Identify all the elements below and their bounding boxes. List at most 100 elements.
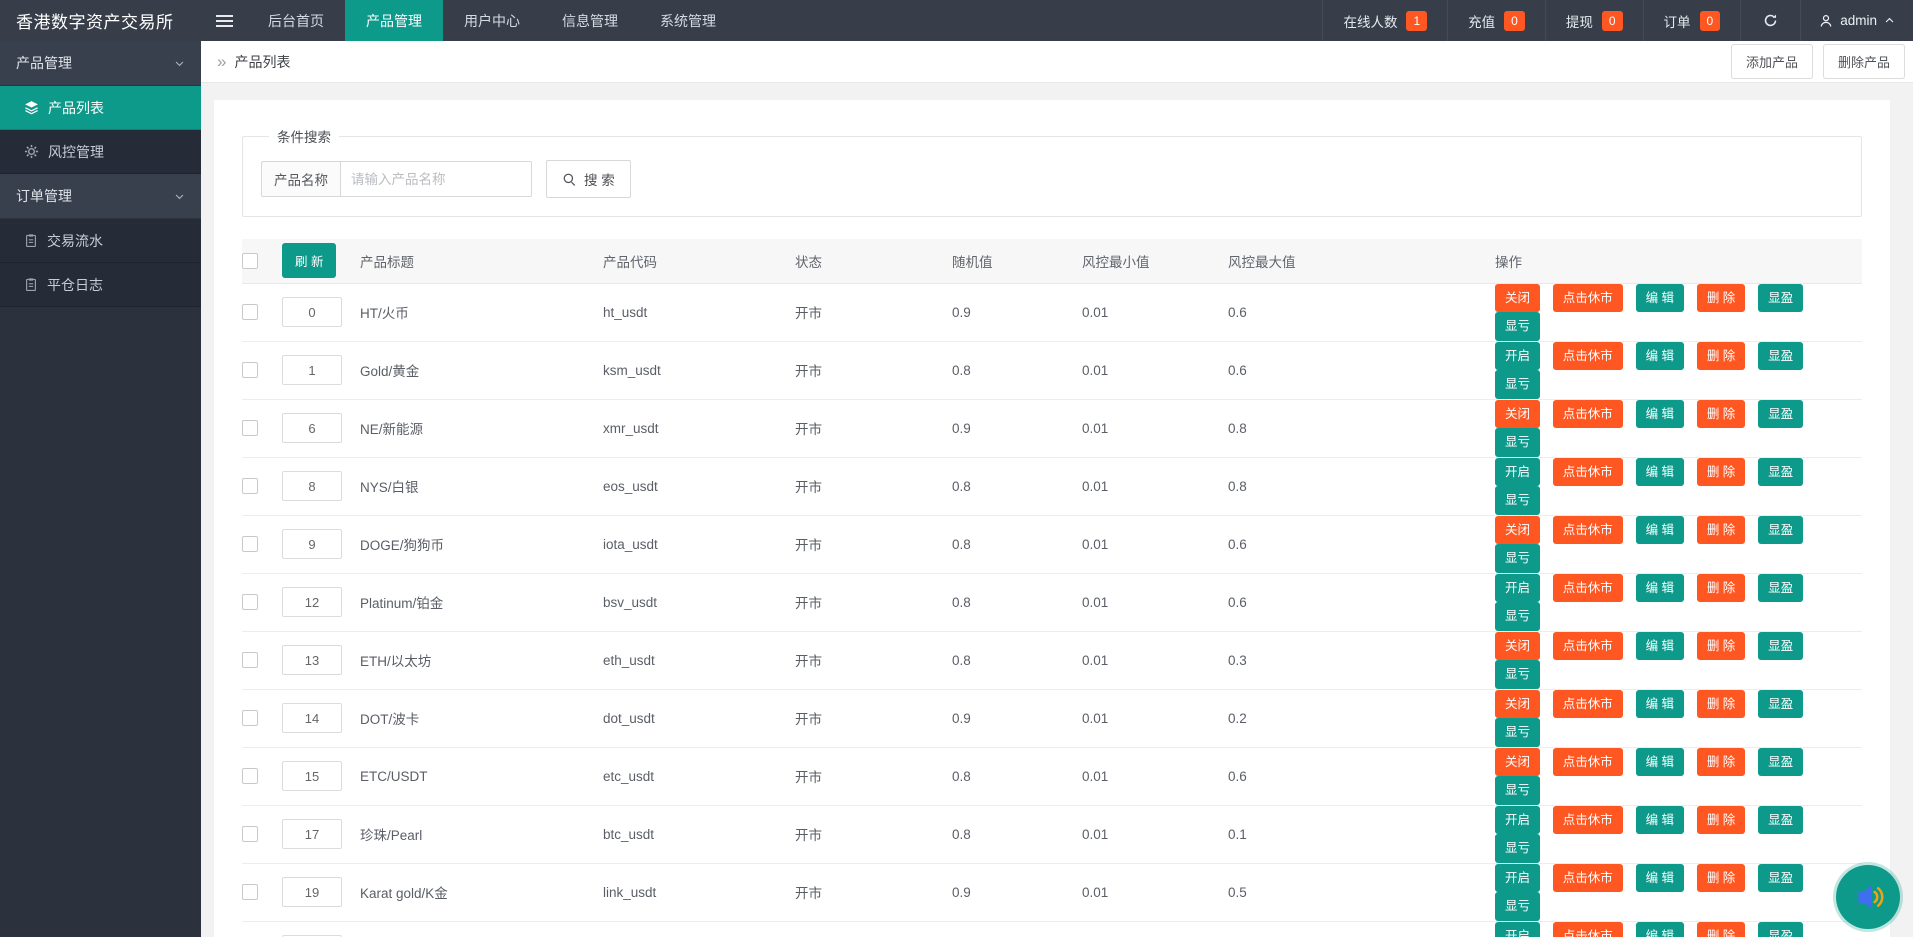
show-loss-button[interactable]: 显亏 <box>1495 602 1540 631</box>
edit-button[interactable]: 编 辑 <box>1636 806 1684 835</box>
search-button[interactable]: 搜 索 <box>546 160 631 198</box>
show-loss-button[interactable]: 显亏 <box>1495 776 1540 805</box>
edit-button[interactable]: 编 辑 <box>1636 284 1684 313</box>
pause-market-button[interactable]: 点击休市 <box>1553 342 1623 371</box>
edit-button[interactable]: 编 辑 <box>1636 516 1684 545</box>
edit-button[interactable]: 编 辑 <box>1636 864 1684 893</box>
edit-button[interactable]: 编 辑 <box>1636 400 1684 429</box>
show-profit-button[interactable]: 显盈 <box>1758 632 1803 661</box>
show-loss-button[interactable]: 显亏 <box>1495 312 1540 341</box>
sidebar-item[interactable]: 交易流水 <box>0 219 201 263</box>
toggle-market-button[interactable]: 关闭 <box>1495 748 1540 777</box>
nav-item[interactable]: 产品管理 <box>345 0 443 41</box>
sidebar-group-header[interactable]: 订单管理 <box>0 174 201 219</box>
toggle-market-button[interactable]: 开启 <box>1495 806 1540 835</box>
delete-button[interactable]: 删 除 <box>1697 574 1745 603</box>
show-profit-button[interactable]: 显盈 <box>1758 574 1803 603</box>
nav-stat[interactable]: 提现 0 <box>1545 0 1643 41</box>
row-checkbox[interactable] <box>242 594 258 610</box>
show-profit-button[interactable]: 显盈 <box>1758 458 1803 487</box>
nav-stat[interactable]: 订单 0 <box>1643 0 1741 41</box>
show-loss-button[interactable]: 显亏 <box>1495 660 1540 689</box>
row-checkbox[interactable] <box>242 304 258 320</box>
toggle-market-button[interactable]: 开启 <box>1495 458 1540 487</box>
row-checkbox[interactable] <box>242 420 258 436</box>
row-id-input[interactable] <box>282 703 342 733</box>
delete-button[interactable]: 删 除 <box>1697 632 1745 661</box>
toggle-market-button[interactable]: 关闭 <box>1495 632 1540 661</box>
pause-market-button[interactable]: 点击休市 <box>1553 574 1623 603</box>
pause-market-button[interactable]: 点击休市 <box>1553 632 1623 661</box>
user-menu[interactable]: admin <box>1800 0 1913 41</box>
show-profit-button[interactable]: 显盈 <box>1758 748 1803 777</box>
show-loss-button[interactable]: 显亏 <box>1495 892 1540 921</box>
row-checkbox[interactable] <box>242 826 258 842</box>
row-id-input[interactable] <box>282 819 342 849</box>
pause-market-button[interactable]: 点击休市 <box>1553 284 1623 313</box>
row-id-input[interactable] <box>282 877 342 907</box>
show-profit-button[interactable]: 显盈 <box>1758 690 1803 719</box>
row-id-input[interactable] <box>282 529 342 559</box>
nav-item[interactable]: 系统管理 <box>639 0 737 41</box>
pause-market-button[interactable]: 点击休市 <box>1553 516 1623 545</box>
pause-market-button[interactable]: 点击休市 <box>1553 400 1623 429</box>
toggle-market-button[interactable]: 关闭 <box>1495 516 1540 545</box>
show-profit-button[interactable]: 显盈 <box>1758 400 1803 429</box>
delete-button[interactable]: 删 除 <box>1697 342 1745 371</box>
row-id-input[interactable] <box>282 297 342 327</box>
edit-button[interactable]: 编 辑 <box>1636 690 1684 719</box>
sidebar-group-header[interactable]: 产品管理 <box>0 41 201 86</box>
pause-market-button[interactable]: 点击休市 <box>1553 690 1623 719</box>
delete-button[interactable]: 删 除 <box>1697 864 1745 893</box>
delete-button[interactable]: 删 除 <box>1697 748 1745 777</box>
sidebar-item[interactable]: 平仓日志 <box>0 263 201 307</box>
delete-button[interactable]: 删 除 <box>1697 284 1745 313</box>
add-product-button[interactable]: 添加产品 <box>1731 44 1813 79</box>
edit-button[interactable]: 编 辑 <box>1636 458 1684 487</box>
pause-market-button[interactable]: 点击休市 <box>1553 806 1623 835</box>
row-checkbox[interactable] <box>242 478 258 494</box>
row-id-input[interactable] <box>282 355 342 385</box>
row-id-input[interactable] <box>282 761 342 791</box>
row-id-input[interactable] <box>282 413 342 443</box>
delete-product-button[interactable]: 删除产品 <box>1823 44 1905 79</box>
show-profit-button[interactable]: 显盈 <box>1758 516 1803 545</box>
edit-button[interactable]: 编 辑 <box>1636 632 1684 661</box>
delete-button[interactable]: 删 除 <box>1697 516 1745 545</box>
show-loss-button[interactable]: 显亏 <box>1495 370 1540 399</box>
nav-stat[interactable]: 在线人数 1 <box>1322 0 1447 41</box>
select-all-checkbox[interactable] <box>242 253 258 269</box>
row-id-input[interactable] <box>282 471 342 501</box>
edit-button[interactable]: 编 辑 <box>1636 342 1684 371</box>
nav-stat[interactable]: 充值 0 <box>1447 0 1545 41</box>
toggle-market-button[interactable]: 开启 <box>1495 574 1540 603</box>
row-checkbox[interactable] <box>242 710 258 726</box>
toggle-market-button[interactable]: 开启 <box>1495 864 1540 893</box>
row-checkbox[interactable] <box>242 362 258 378</box>
delete-button[interactable]: 删 除 <box>1697 922 1745 937</box>
toggle-market-button[interactable]: 开启 <box>1495 922 1540 937</box>
show-loss-button[interactable]: 显亏 <box>1495 486 1540 515</box>
toggle-market-button[interactable]: 关闭 <box>1495 400 1540 429</box>
show-loss-button[interactable]: 显亏 <box>1495 718 1540 747</box>
show-profit-button[interactable]: 显盈 <box>1758 864 1803 893</box>
edit-button[interactable]: 编 辑 <box>1636 922 1684 937</box>
toggle-market-button[interactable]: 开启 <box>1495 342 1540 371</box>
delete-button[interactable]: 删 除 <box>1697 400 1745 429</box>
edit-button[interactable]: 编 辑 <box>1636 748 1684 777</box>
row-checkbox[interactable] <box>242 536 258 552</box>
delete-button[interactable]: 删 除 <box>1697 458 1745 487</box>
show-loss-button[interactable]: 显亏 <box>1495 834 1540 863</box>
sidebar-item[interactable]: 产品列表 <box>0 86 201 130</box>
toggle-market-button[interactable]: 关闭 <box>1495 284 1540 313</box>
nav-item[interactable]: 后台首页 <box>247 0 345 41</box>
nav-item[interactable]: 信息管理 <box>541 0 639 41</box>
pause-market-button[interactable]: 点击休市 <box>1553 922 1623 937</box>
row-id-input[interactable] <box>282 645 342 675</box>
row-id-input[interactable] <box>282 587 342 617</box>
sidebar-item[interactable]: 风控管理 <box>0 130 201 174</box>
delete-button[interactable]: 删 除 <box>1697 806 1745 835</box>
row-checkbox[interactable] <box>242 652 258 668</box>
pause-market-button[interactable]: 点击休市 <box>1553 864 1623 893</box>
show-profit-button[interactable]: 显盈 <box>1758 342 1803 371</box>
